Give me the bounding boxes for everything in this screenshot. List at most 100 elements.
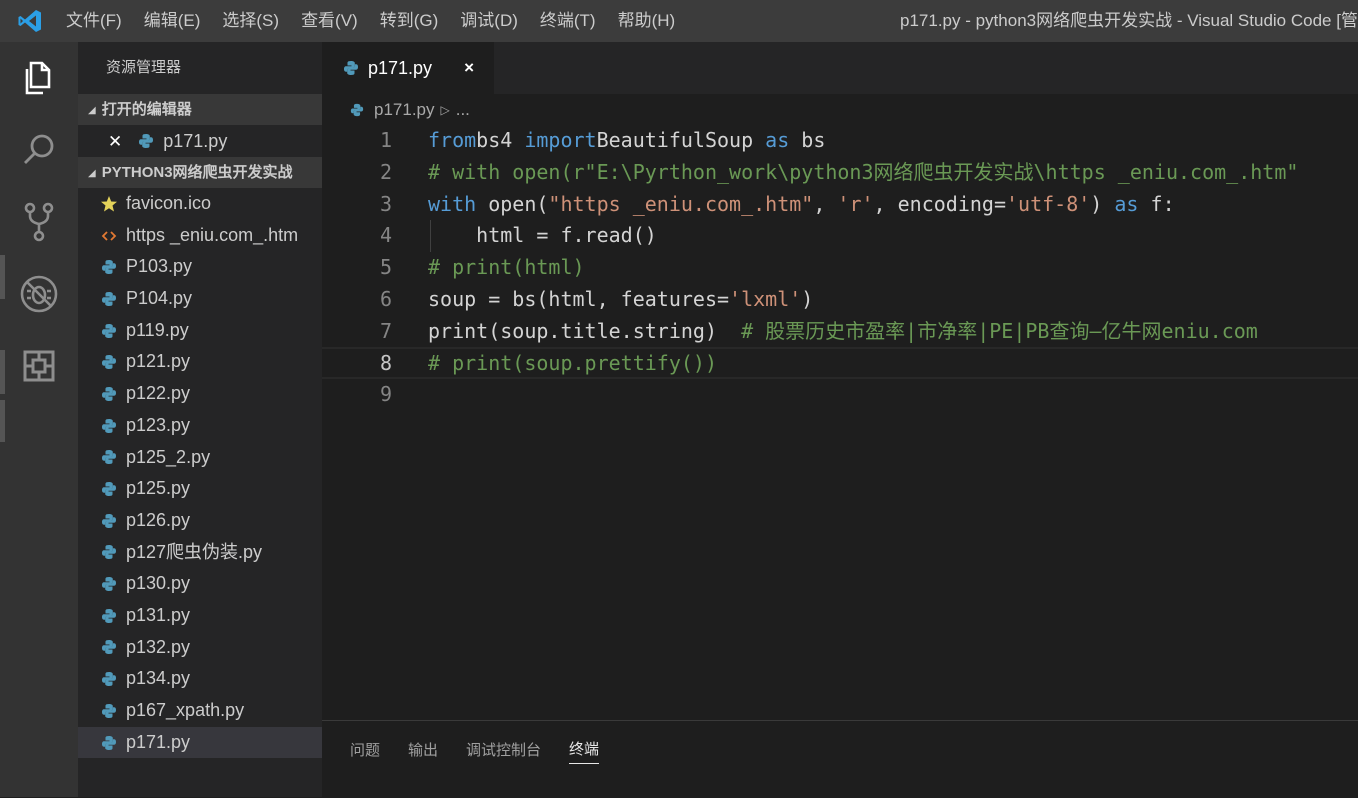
python-icon	[100, 734, 118, 752]
file-item[interactable]: p121.py	[78, 346, 322, 378]
code-token: 'r'	[837, 191, 874, 216]
code-token: 'lxml'	[729, 287, 802, 311]
code-token: f:	[1138, 191, 1175, 216]
file-label: p126.py	[126, 509, 191, 530]
python-icon	[100, 575, 118, 593]
python-icon	[100, 258, 118, 276]
menu-item[interactable]: 终端(T)	[529, 0, 607, 42]
open-editors-header[interactable]: ◢ 打开的编辑器	[78, 94, 322, 125]
debug-icon[interactable]	[0, 258, 78, 330]
code-token: as	[1114, 191, 1139, 216]
breadcrumb-more[interactable]: ...	[456, 100, 470, 120]
tab-close-icon[interactable]: ×	[464, 58, 474, 78]
tab-p171[interactable]: p171.py ×	[322, 42, 494, 94]
code-line[interactable]: 9	[322, 378, 1358, 410]
code-line[interactable]: 3 with open("https _eniu.com_.htm", 'r', …	[322, 188, 1358, 220]
menu-item[interactable]: 编辑(E)	[133, 0, 212, 42]
extensions-icon[interactable]	[0, 330, 78, 402]
python-icon	[100, 670, 118, 688]
file-item[interactable]: p134.py	[78, 663, 322, 695]
file-item[interactable]: p125_2.py	[78, 442, 322, 474]
file-item[interactable]: p119.py	[78, 315, 322, 347]
editor-tab-bar: p171.py ×	[322, 42, 1358, 94]
code-line[interactable]: 8 # print(soup.prettify())	[322, 346, 1358, 379]
close-icon[interactable]: ✕	[108, 132, 122, 151]
files-icon[interactable]	[0, 42, 78, 114]
menu-item[interactable]: 调试(D)	[449, 0, 529, 42]
file-item[interactable]: p131.py	[78, 600, 322, 632]
code-line[interactable]: 7 print(soup.title.string) # 股票历史市盈率|市净率|…	[322, 315, 1358, 347]
vscode-logo-icon	[0, 0, 60, 42]
line-number: 4	[379, 223, 392, 248]
file-item[interactable]: p123.py	[78, 410, 322, 442]
search-icon[interactable]	[0, 114, 78, 186]
file-label: https _eniu.com_.htm	[126, 224, 299, 245]
menu-bar: 文件(F) 编辑(E) 选择(S) 查看(V) 转到(G) 调试(D) 终端(T) 帮助(H)	[60, 0, 686, 42]
file-label: p125.py	[126, 478, 191, 499]
code-token: # with open(r"E:\Pyrthon_work\python3网络爬…	[428, 159, 1299, 184]
code-text: # print(soup.prettify())	[428, 349, 717, 377]
panel-tab[interactable]: 终端	[569, 734, 600, 764]
code-line[interactable]: 5 # print(html)	[322, 251, 1358, 283]
file-item[interactable]: P104.py	[78, 283, 322, 315]
code-token: html = f.read()	[428, 223, 657, 248]
code-line[interactable]: 1 frombs4 importBeautifulSoup as bs	[322, 124, 1358, 156]
open-editor-item[interactable]: ✕ p171.py	[78, 125, 322, 157]
file-label: p167_xpath.py	[126, 700, 245, 720]
code-token: ,	[813, 191, 838, 216]
code-token: as	[765, 128, 790, 152]
code-token: import	[524, 128, 597, 152]
line-number: 9	[379, 382, 392, 407]
chevron-right-icon: ▷	[440, 103, 450, 117]
file-item[interactable]: p122.py	[78, 378, 322, 410]
panel-tab[interactable]: 调试控制台	[466, 735, 541, 764]
open-editor-label: p171.py	[163, 131, 228, 151]
folder-header[interactable]: ◢ PYTHON3网络爬虫开发实战	[78, 157, 322, 188]
menu-item[interactable]: 选择(S)	[211, 0, 290, 42]
source-control-icon[interactable]	[0, 186, 78, 258]
code-text: frombs4 importBeautifulSoup as bs	[428, 124, 825, 156]
menu-item[interactable]: 文件(F)	[60, 0, 133, 42]
menu-item[interactable]: 帮助(H)	[607, 0, 687, 42]
menu-item[interactable]: 转到(G)	[369, 0, 450, 42]
title-bar: 文件(F) 编辑(E) 选择(S) 查看(V) 转到(G) 调试(D) 终端(T) 帮助(H)…	[0, 0, 1358, 42]
file-label: p123.py	[126, 414, 191, 435]
panel-tab[interactable]: 问题	[350, 735, 380, 764]
menu-item[interactable]: 查看(V)	[290, 0, 369, 42]
code-token: bs	[789, 128, 826, 152]
file-label: p171.py	[126, 731, 191, 752]
sidebar-title: 资源管理器	[106, 59, 182, 76]
file-item[interactable]: p171.py	[78, 726, 322, 759]
file-item[interactable]: p167_xpath.py	[78, 695, 322, 727]
code-text: with open("https _eniu.com_.htm", 'r', e…	[428, 188, 1175, 220]
file-item[interactable]: p130.py	[78, 568, 322, 600]
code-line[interactable]: 2 # with open(r"E:\Pyrthon_work\python3网络…	[322, 156, 1358, 188]
python-icon	[100, 543, 118, 561]
python-icon	[137, 132, 155, 150]
file-item[interactable]: favicon.ico	[78, 188, 322, 220]
file-label: p122.py	[126, 383, 191, 404]
code-text: soup = bs(html, features='lxml')	[428, 283, 813, 315]
code-token: from	[428, 128, 477, 152]
code-token: )	[1090, 191, 1115, 216]
python-icon	[100, 480, 118, 498]
file-item[interactable]: https _eniu.com_.htm	[78, 220, 322, 252]
code-editor[interactable]: 1 frombs4 importBeautifulSoup as bs 2 # wit…	[322, 124, 1358, 720]
code-token: , encoding=	[873, 191, 1006, 216]
code-line[interactable]: 6 soup = bs(html, features='lxml')	[322, 283, 1358, 315]
code-line[interactable]: 4 html = f.read()	[322, 219, 1358, 251]
breadcrumb-file[interactable]: p171.py	[374, 100, 435, 120]
open-editors-label: 打开的编辑器	[101, 101, 192, 118]
file-item[interactable]: p132.py	[78, 632, 322, 664]
code-token: open(	[476, 191, 549, 216]
panel-tab[interactable]: 输出	[408, 735, 438, 764]
file-item[interactable]: p125.py	[78, 473, 322, 505]
file-item[interactable]: P103.py	[78, 251, 322, 283]
python-icon	[348, 101, 366, 119]
file-item[interactable]: p127爬虫伪装.py	[78, 537, 322, 569]
file-item[interactable]: p126.py	[78, 505, 322, 537]
python-icon	[100, 638, 118, 656]
file-label: p134.py	[126, 668, 191, 689]
file-label: p119.py	[126, 319, 189, 340]
code-token: soup = bs(html, features=	[428, 287, 730, 311]
